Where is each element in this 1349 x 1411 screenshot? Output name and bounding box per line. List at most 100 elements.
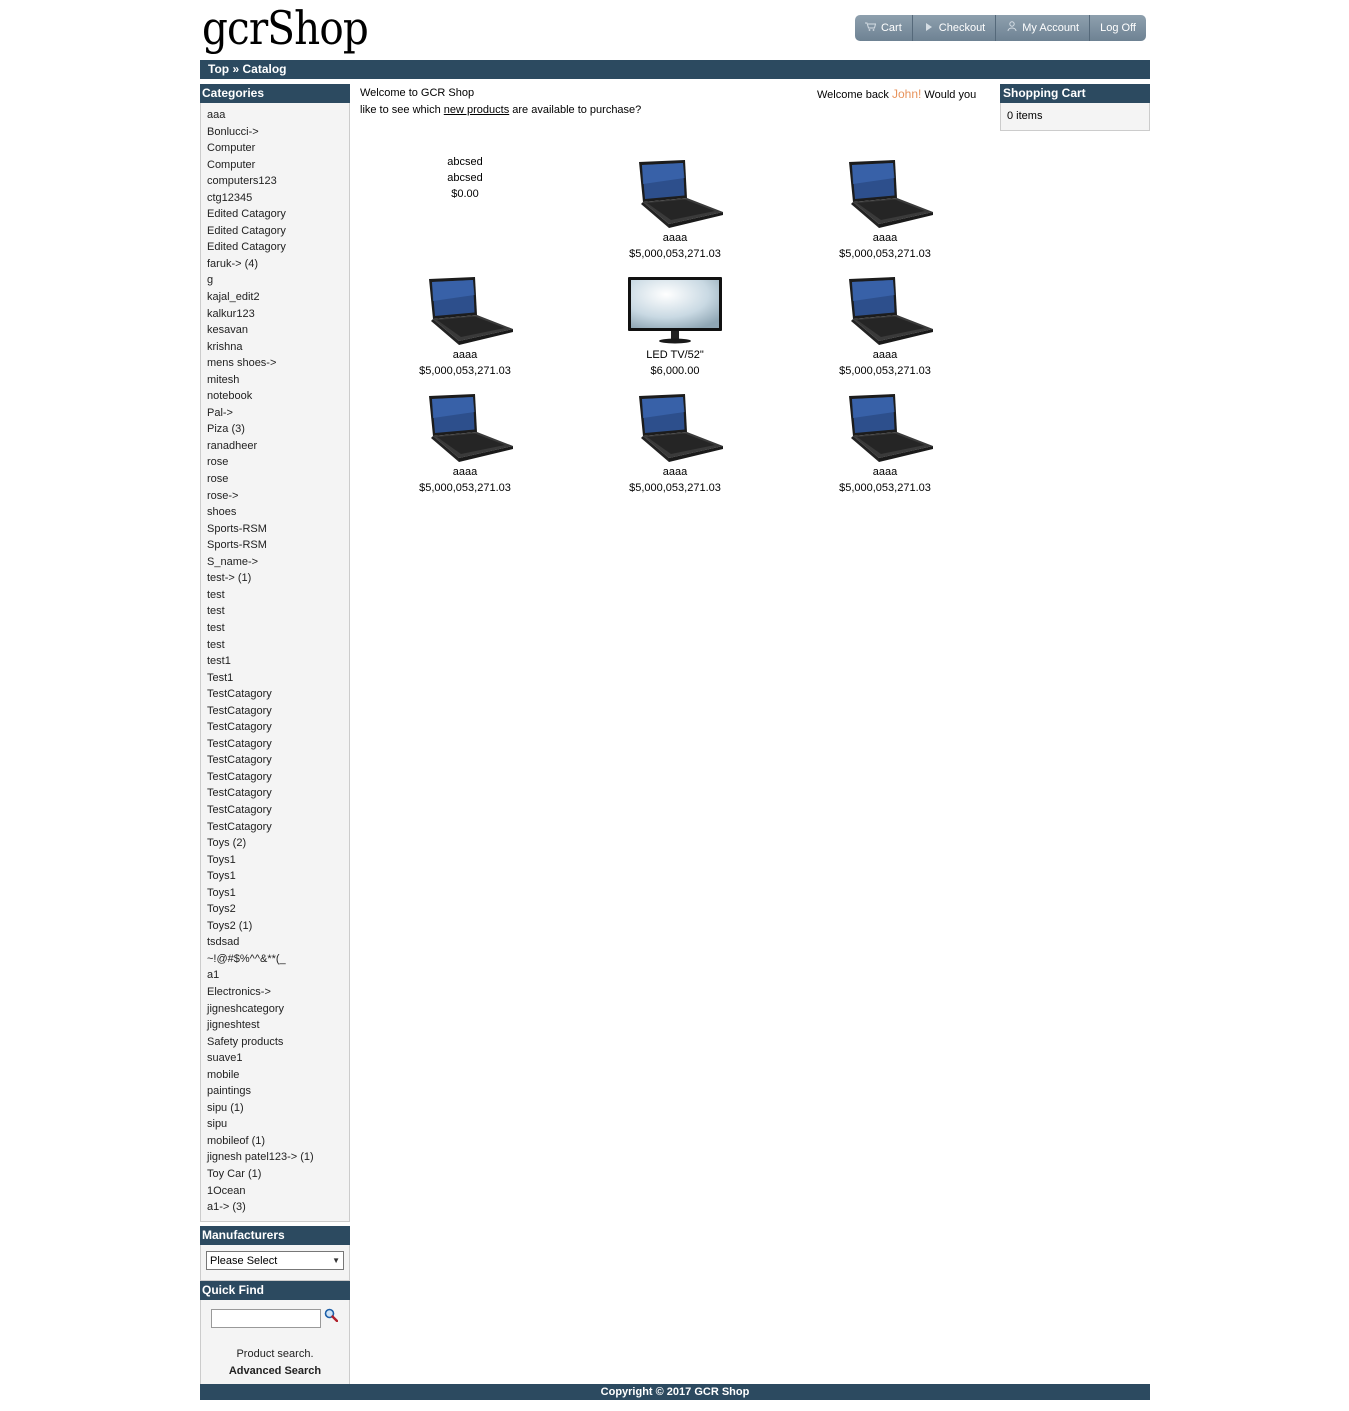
laptop-image[interactable] [835, 392, 935, 464]
category-item[interactable]: rose [207, 454, 349, 471]
category-item[interactable]: Bonlucci-> [207, 124, 349, 141]
category-item[interactable]: mens shoes-> [207, 355, 349, 372]
product-tile[interactable]: aaaa $5,000,053,271.03 [795, 158, 975, 262]
category-item[interactable]: faruk-> (4) [207, 256, 349, 273]
category-item[interactable]: kajal_edit2 [207, 289, 349, 306]
shopping-cart-title[interactable]: Shopping Cart [1000, 84, 1150, 103]
category-item[interactable]: a1-> (3) [207, 1199, 349, 1216]
category-item[interactable]: Toys2 (1) [207, 918, 349, 935]
category-item[interactable]: aaa [207, 107, 349, 124]
product-name[interactable]: aaaa [585, 464, 765, 480]
category-item[interactable]: kalkur123 [207, 306, 349, 323]
category-item[interactable]: jigneshcategory [207, 1001, 349, 1018]
category-item[interactable]: TestCatagory [207, 802, 349, 819]
product-name[interactable]: aaaa [375, 464, 555, 480]
product-tile[interactable]: aaaa $5,000,053,271.03 [795, 392, 975, 496]
product-name[interactable]: aaaa [795, 464, 975, 480]
category-item[interactable]: sipu (1) [207, 1100, 349, 1117]
category-item[interactable]: test [207, 620, 349, 637]
laptop-image[interactable] [835, 275, 935, 347]
category-item[interactable]: rose [207, 471, 349, 488]
category-item[interactable]: 1Ocean [207, 1183, 349, 1200]
category-item[interactable]: ~!@#$%^^&**(_ [207, 951, 349, 968]
category-item[interactable]: suave1 [207, 1050, 349, 1067]
category-item[interactable]: test [207, 587, 349, 604]
category-item[interactable]: Edited Catagory [207, 239, 349, 256]
breadcrumb-top-link[interactable]: Top [208, 62, 229, 76]
product-image-alt[interactable]: abcsed [375, 154, 555, 170]
category-item[interactable]: ranadheer [207, 438, 349, 455]
category-item[interactable]: mobileof (1) [207, 1133, 349, 1150]
category-item[interactable]: computers123 [207, 173, 349, 190]
category-item[interactable]: tsdsad [207, 934, 349, 951]
category-item[interactable]: mitesh [207, 372, 349, 389]
product-tile[interactable]: aaaa $5,000,053,271.03 [585, 158, 765, 262]
category-item[interactable]: Toys (2) [207, 835, 349, 852]
product-tile[interactable]: LED TV/52" $6,000.00 [585, 275, 765, 379]
site-logo[interactable]: gcrShop [202, 2, 369, 54]
product-name[interactable]: abcsed [375, 170, 555, 186]
product-tile[interactable]: aaaa $5,000,053,271.03 [585, 392, 765, 496]
category-item[interactable]: sipu [207, 1116, 349, 1133]
category-item[interactable]: test1 [207, 653, 349, 670]
laptop-image[interactable] [415, 392, 515, 464]
category-item[interactable]: krishna [207, 339, 349, 356]
category-item[interactable]: shoes [207, 504, 349, 521]
category-item[interactable]: Pal-> [207, 405, 349, 422]
new-products-link[interactable]: new products [444, 104, 509, 116]
category-item[interactable]: Test1 [207, 670, 349, 687]
category-item[interactable]: rose-> [207, 488, 349, 505]
category-item[interactable]: Electronics-> [207, 984, 349, 1001]
category-item[interactable]: TestCatagory [207, 752, 349, 769]
category-item[interactable]: Sports-RSM [207, 521, 349, 538]
category-item[interactable]: S_name-> [207, 554, 349, 571]
category-item[interactable]: mobile [207, 1067, 349, 1084]
category-item[interactable]: Toys1 [207, 868, 349, 885]
product-name[interactable]: aaaa [585, 230, 765, 246]
category-item[interactable]: TestCatagory [207, 819, 349, 836]
category-item[interactable]: TestCatagory [207, 736, 349, 753]
category-item[interactable]: Computer [207, 140, 349, 157]
product-name[interactable]: aaaa [375, 347, 555, 363]
checkout-button[interactable]: Checkout [912, 15, 997, 41]
category-item[interactable]: Toys2 [207, 901, 349, 918]
category-item[interactable]: g [207, 272, 349, 289]
product-tile[interactable]: aaaa $5,000,053,271.03 [795, 275, 975, 379]
category-item[interactable]: Toy Car (1) [207, 1166, 349, 1183]
category-item[interactable]: Edited Catagory [207, 223, 349, 240]
category-item[interactable]: Safety products [207, 1034, 349, 1051]
category-item[interactable]: a1 [207, 967, 349, 984]
cart-button[interactable]: Cart [854, 15, 913, 41]
category-item[interactable]: paintings [207, 1083, 349, 1100]
product-tile[interactable]: aaaa $5,000,053,271.03 [375, 392, 555, 496]
manufacturer-select[interactable]: Please Select ▼ [206, 1251, 344, 1270]
category-item[interactable]: Edited Catagory [207, 206, 349, 223]
laptop-image[interactable] [625, 158, 725, 230]
category-item[interactable]: Computer [207, 157, 349, 174]
product-tile[interactable]: abcsed abcsed $0.00 [375, 154, 555, 202]
category-item[interactable]: Toys1 [207, 885, 349, 902]
advanced-search-link[interactable]: Advanced Search [201, 1365, 349, 1377]
category-item[interactable]: test [207, 603, 349, 620]
category-item[interactable]: TestCatagory [207, 686, 349, 703]
search-input[interactable] [211, 1309, 321, 1328]
category-item[interactable]: TestCatagory [207, 785, 349, 802]
product-tile[interactable]: aaaa $5,000,053,271.03 [375, 275, 555, 379]
category-item[interactable]: ctg12345 [207, 190, 349, 207]
product-name[interactable]: aaaa [795, 347, 975, 363]
category-item[interactable]: Toys1 [207, 852, 349, 869]
category-item[interactable]: notebook [207, 388, 349, 405]
category-item[interactable]: jignesh patel123-> (1) [207, 1149, 349, 1166]
tv-image[interactable] [625, 275, 725, 347]
my-account-button[interactable]: My Account [996, 15, 1091, 41]
search-icon[interactable] [324, 1308, 339, 1323]
laptop-image[interactable] [415, 275, 515, 347]
category-item[interactable]: TestCatagory [207, 703, 349, 720]
category-item[interactable]: test [207, 637, 349, 654]
category-item[interactable]: test-> (1) [207, 570, 349, 587]
log-off-button[interactable]: Log Off [1090, 15, 1146, 41]
category-item[interactable]: TestCatagory [207, 769, 349, 786]
laptop-image[interactable] [625, 392, 725, 464]
product-name[interactable]: aaaa [795, 230, 975, 246]
category-item[interactable]: Sports-RSM [207, 537, 349, 554]
